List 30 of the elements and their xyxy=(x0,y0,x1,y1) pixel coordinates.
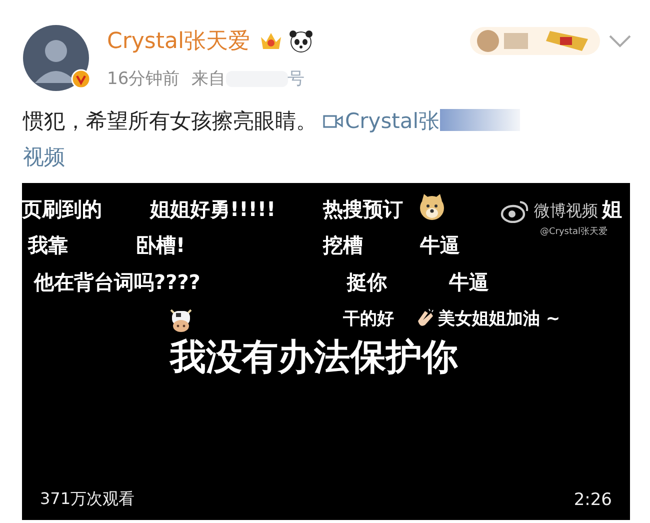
dog-face-icon xyxy=(418,193,446,221)
danmaku-comment: 牛逼 xyxy=(449,270,489,294)
danmaku-comment: 美女姐姐加油 ~ xyxy=(438,308,560,331)
weibo-logo-icon xyxy=(500,199,530,223)
danmaku-comment: 我靠 xyxy=(28,233,68,257)
danmaku-comment: 他在背台词吗???? xyxy=(34,270,200,294)
danmaku-comment: 热搜预订 xyxy=(323,197,403,221)
danmaku-comment: 牛逼 xyxy=(420,233,460,257)
view-count: 371万次观看 xyxy=(40,489,135,510)
video-duration: 2:26 xyxy=(574,490,612,510)
danmaku-comment: 姐 xyxy=(602,197,622,221)
post-source: 来自 xyxy=(192,68,226,90)
danmaku-comment: 页刷到的 xyxy=(22,197,102,221)
post-text: 惯犯，希望所有女孩擦亮眼睛。 xyxy=(23,109,317,133)
watermark-text: 微博视频 xyxy=(534,201,598,222)
danmaku-comment: 挖槽 xyxy=(323,233,363,257)
post-time: 16分钟前 xyxy=(107,68,180,90)
post-source: 号 xyxy=(288,68,305,90)
danmaku-comment: 姐姐好勇!!!!! xyxy=(150,197,276,221)
panda-icon xyxy=(288,29,314,53)
video-link[interactable]: Crystal张 xyxy=(317,109,440,133)
danmaku-comment: 卧槽! xyxy=(136,233,186,257)
video-link[interactable]: 视频 xyxy=(23,139,628,175)
danmaku-comment: 干的好 xyxy=(343,308,394,331)
watermark-handle: @Crystal张天爱 xyxy=(540,226,608,238)
avatar-icon[interactable] xyxy=(23,25,89,91)
danmaku-comment: 挺你 xyxy=(347,270,387,294)
video-icon xyxy=(323,113,343,129)
video-subtitle: 我没有办法保护你 xyxy=(170,336,458,380)
author-name[interactable]: Crystal张天爱 xyxy=(107,26,250,56)
